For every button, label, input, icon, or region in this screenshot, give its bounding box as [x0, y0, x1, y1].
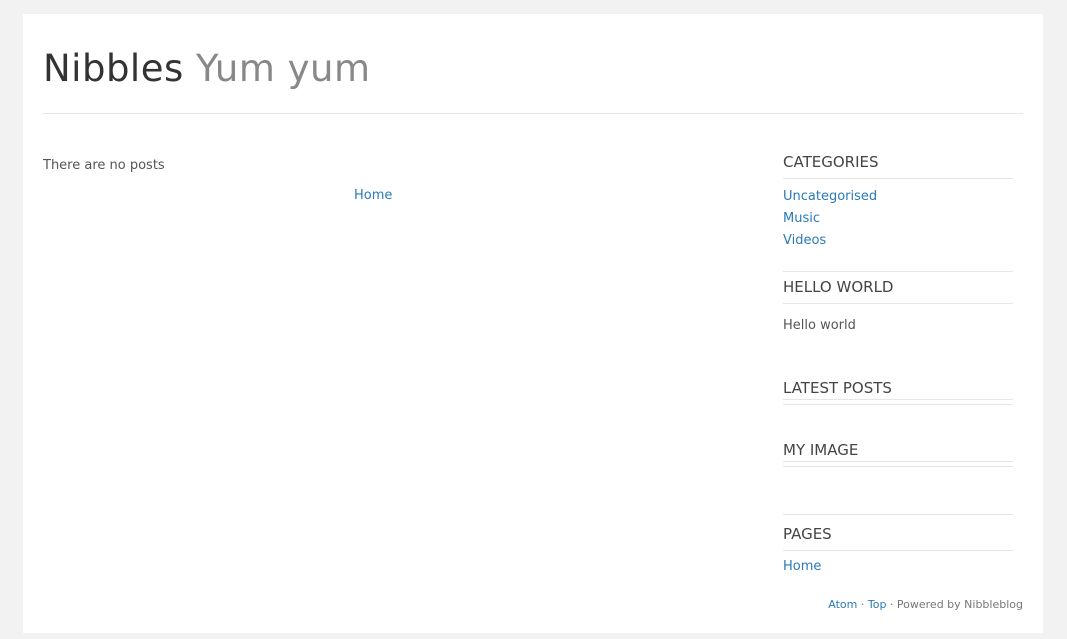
- pager-home-link[interactable]: Home: [354, 188, 392, 203]
- list-item: Videos: [783, 230, 1013, 252]
- pages-list: Home: [783, 556, 1013, 578]
- hello-world-title: HELLO WORLD: [783, 271, 1013, 304]
- latest-posts-divider: [783, 399, 1013, 400]
- top-link[interactable]: Top: [868, 598, 887, 611]
- hello-world-text: Hello world: [783, 318, 856, 333]
- powered-by-text: · Powered by Nibbleblog: [889, 598, 1023, 611]
- list-item: Uncategorised: [783, 186, 1013, 208]
- main-content: There are no posts: [43, 156, 743, 176]
- list-item: Music: [783, 208, 1013, 230]
- atom-feed-link[interactable]: Atom: [828, 598, 857, 611]
- footer: Atom · Top · Powered by Nibbleblog: [828, 597, 1023, 613]
- site-title[interactable]: Nibbles Yum yum: [43, 47, 371, 91]
- page-container: Nibbles Yum yum There are no posts Home …: [23, 14, 1043, 633]
- pages-top-divider: [783, 514, 1013, 515]
- page-link-home[interactable]: Home: [783, 559, 821, 574]
- my-image-title: MY IMAGE: [783, 435, 1013, 467]
- latest-posts-title: LATEST POSTS: [783, 373, 1013, 405]
- no-posts-message: There are no posts: [43, 158, 165, 173]
- site-slogan: Yum yum: [196, 47, 371, 90]
- list-item: Home: [783, 556, 1013, 578]
- category-link-videos[interactable]: Videos: [783, 233, 826, 248]
- category-link-uncategorised[interactable]: Uncategorised: [783, 189, 877, 204]
- footer-separator: ·: [860, 598, 865, 611]
- site-name[interactable]: Nibbles: [43, 47, 184, 90]
- categories-title: CATEGORIES: [783, 147, 1013, 179]
- pages-title: PAGES: [783, 519, 1013, 551]
- category-link-music[interactable]: Music: [783, 211, 820, 226]
- pager: Home: [354, 186, 392, 206]
- my-image-divider: [783, 461, 1013, 462]
- categories-list: Uncategorised Music Videos: [783, 186, 1013, 252]
- site-header: Nibbles Yum yum: [43, 44, 1023, 114]
